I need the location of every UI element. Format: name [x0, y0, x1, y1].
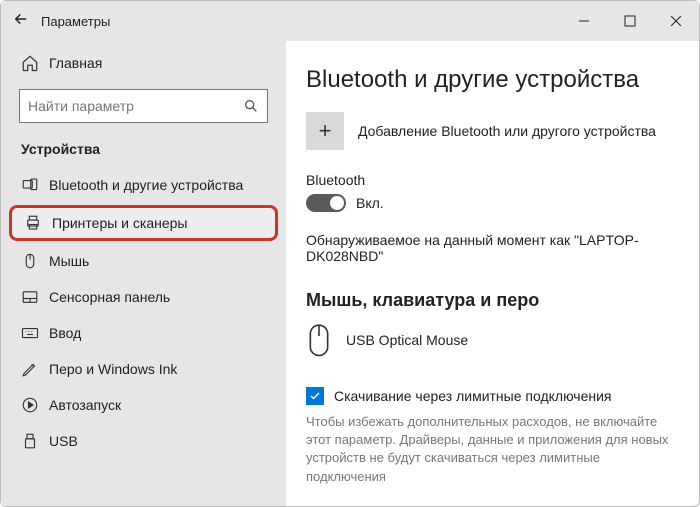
checkbox-checked-icon: [306, 387, 324, 405]
nav-label: USB: [49, 433, 78, 449]
add-device-label: Добавление Bluetooth или другого устройс…: [358, 123, 656, 139]
main-panel: Bluetooth и другие устройства + Добавлен…: [286, 41, 699, 506]
touchpad-icon: [21, 288, 39, 306]
nav-printers[interactable]: Принтеры и сканеры: [9, 205, 278, 241]
device-label: USB Optical Mouse: [346, 332, 468, 348]
nav-label: Автозапуск: [49, 397, 121, 413]
maximize-button[interactable]: [607, 1, 653, 41]
home-link[interactable]: Главная: [1, 47, 286, 79]
window-controls: [561, 1, 699, 41]
nav-label: Перо и Windows Ink: [49, 361, 177, 377]
discoverable-text: Обнаруживаемое на данный момент как "LAP…: [306, 232, 679, 264]
nav-usb[interactable]: USB: [1, 423, 286, 459]
plus-icon: +: [306, 112, 344, 150]
autoplay-icon: [21, 396, 39, 414]
bluetooth-toggle[interactable]: [306, 194, 346, 212]
category-heading: Устройства: [1, 137, 286, 167]
nav-label: Bluetooth и другие устройства: [49, 177, 243, 193]
section-mouse-keyboard: Мышь, клавиатура и перо: [306, 290, 679, 311]
search-box[interactable]: [19, 89, 268, 123]
window-title: Параметры: [41, 14, 561, 29]
search-icon: [243, 98, 259, 114]
minimize-button[interactable]: [561, 1, 607, 41]
device-item[interactable]: USB Optical Mouse: [306, 323, 679, 357]
home-label: Главная: [49, 55, 102, 71]
metered-help-text: Чтобы избежать дополнительных расходов, …: [306, 413, 679, 486]
pen-icon: [21, 360, 39, 378]
close-button[interactable]: [653, 1, 699, 41]
usb-icon: [21, 432, 39, 450]
metered-checkbox-row[interactable]: Скачивание через лимитные подключения: [306, 387, 679, 405]
titlebar: Параметры: [1, 1, 699, 41]
nav-touchpad[interactable]: Сенсорная панель: [1, 279, 286, 315]
bluetooth-label: Bluetooth: [306, 172, 679, 188]
home-icon: [21, 54, 39, 72]
nav-mouse[interactable]: Мышь: [1, 243, 286, 279]
mouse-device-icon: [306, 323, 332, 357]
nav-list: Bluetooth и другие устройства Принтеры и…: [1, 167, 286, 506]
nav-label: Ввод: [49, 325, 81, 341]
search-input[interactable]: [28, 98, 243, 114]
nav-bluetooth[interactable]: Bluetooth и другие устройства: [1, 167, 286, 203]
toggle-state-label: Вкл.: [356, 195, 384, 211]
nav-label: Сенсорная панель: [49, 289, 170, 305]
printer-icon: [24, 214, 42, 232]
page-title: Bluetooth и другие устройства: [306, 66, 679, 94]
mouse-icon: [21, 252, 39, 270]
metered-label: Скачивание через лимитные подключения: [334, 388, 611, 404]
nav-label: Принтеры и сканеры: [52, 215, 187, 231]
keyboard-icon: [21, 324, 39, 342]
nav-typing[interactable]: Ввод: [1, 315, 286, 351]
add-device-button[interactable]: + Добавление Bluetooth или другого устро…: [306, 112, 679, 150]
nav-autoplay[interactable]: Автозапуск: [1, 387, 286, 423]
nav-pen[interactable]: Перо и Windows Ink: [1, 351, 286, 387]
sidebar: Главная Устройства Bluetooth и другие ус…: [1, 41, 286, 506]
nav-label: Мышь: [49, 253, 89, 269]
back-button[interactable]: [1, 10, 41, 33]
devices-icon: [21, 176, 39, 194]
bluetooth-toggle-row: Вкл.: [306, 194, 679, 212]
